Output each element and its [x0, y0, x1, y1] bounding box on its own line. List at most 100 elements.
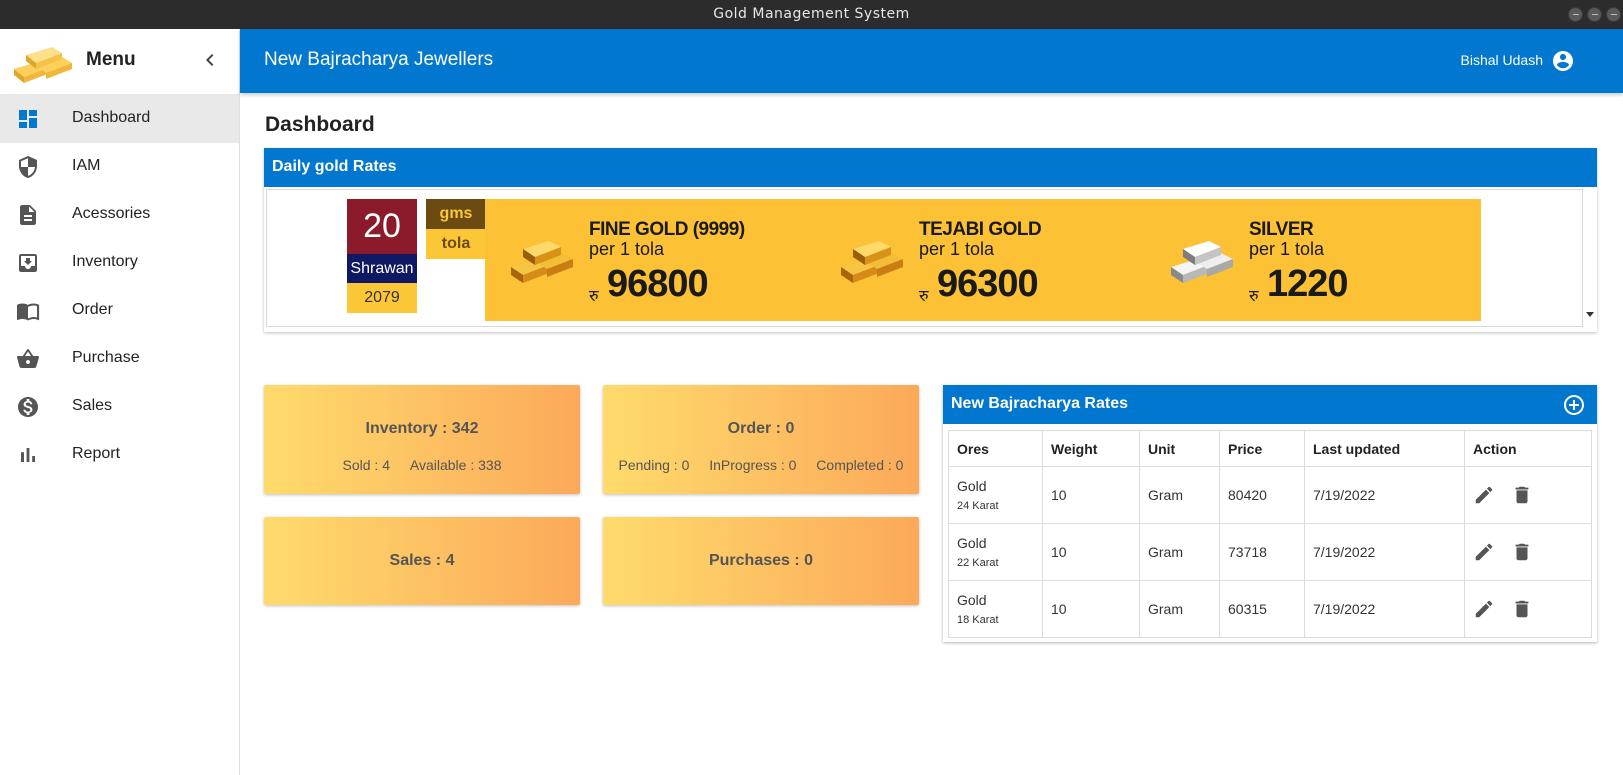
rate-card-tejabi-gold: TEJABI GOLD per 1 tola रु 96300: [815, 199, 1151, 321]
column-header: Ores: [948, 430, 1043, 467]
minimize-button[interactable]: [1568, 7, 1583, 22]
column-header: Action: [1464, 430, 1592, 467]
column-header: Unit: [1139, 430, 1220, 467]
table-row: Gold 18 Karat 10 Gram 60315 7/19/2022: [948, 580, 1592, 638]
order-inprogress: InProgress : 0: [709, 457, 797, 473]
document-icon: [20, 205, 36, 225]
gold-bars-icon: [511, 241, 573, 283]
basket-icon: [17, 349, 39, 368]
rate-name: TEJABI GOLD: [919, 219, 1042, 240]
sidebar-item-label: Purchase: [72, 349, 140, 366]
edit-pencil-icon[interactable]: [1473, 541, 1495, 563]
rates-table-panel: New Bajracharya Rates Ores Weight Unit P…: [943, 385, 1597, 642]
sidebar: Menu Dashboard IAM Acessories Inventory …: [0, 29, 240, 775]
order-breakdown: Pending : 0 InProgress : 0 Completed : 0: [603, 457, 919, 473]
inbox-tray-icon: [19, 254, 37, 272]
updated-cell: 7/19/2022: [1304, 523, 1465, 581]
nepali-date-badge: 20 Shrawan 2079: [347, 199, 417, 313]
sidebar-item-label: Sales: [72, 397, 113, 414]
rate-name: SILVER: [1249, 219, 1314, 240]
unit-toggle: gms tola: [426, 199, 486, 259]
sidebar-item-accessories[interactable]: Acessories: [0, 191, 239, 239]
sales-total: Sales : 4: [389, 552, 455, 569]
sidebar-item-label: Dashboard: [72, 109, 151, 126]
action-cell: [1464, 523, 1592, 581]
rate-unit: per 1 tola: [919, 239, 995, 259]
shield-icon: [19, 156, 37, 178]
unit-cell: Gram: [1139, 523, 1220, 581]
rate-price: 96300: [937, 263, 1039, 305]
delete-trash-icon[interactable]: [1511, 598, 1533, 620]
edit-pencil-icon[interactable]: [1473, 484, 1495, 506]
ore-karat: 24 Karat: [957, 500, 999, 512]
sidebar-item-report[interactable]: Report: [0, 431, 239, 479]
table-row: Gold 24 Karat 10 Gram 80420 7/19/2022: [948, 466, 1592, 524]
ore-name: Gold: [957, 535, 987, 551]
sidebar-item-inventory[interactable]: Inventory: [0, 239, 239, 287]
rate-price: 96800: [607, 263, 709, 305]
window-title: Gold Management System: [713, 6, 910, 22]
dashboard-icon: [19, 110, 37, 128]
maximize-button[interactable]: [1587, 7, 1602, 22]
column-header: Weight: [1042, 430, 1140, 467]
account-circle-icon[interactable]: [1551, 49, 1575, 73]
purchases-stat-card[interactable]: Purchases : 0: [603, 517, 919, 605]
edit-pencil-icon[interactable]: [1473, 598, 1495, 620]
daily-rates-body: 20 Shrawan 2079 gms tola FINE GOLD (9999…: [266, 189, 1583, 327]
sidebar-item-label: Report: [72, 445, 121, 462]
sidebar-item-purchase[interactable]: Purchase: [0, 335, 239, 383]
page-title: Dashboard: [265, 113, 375, 136]
daily-rates-panel: Daily gold Rates 20 Shrawan 2079 gms tol…: [264, 148, 1597, 332]
unit-tola-button[interactable]: tola: [426, 229, 486, 259]
unit-cell: Gram: [1139, 580, 1220, 638]
weight-cell: 10: [1042, 523, 1140, 581]
order-stat-card[interactable]: Order : 0 Pending : 0 InProgress : 0 Com…: [603, 385, 919, 494]
sidebar-item-sales[interactable]: Sales: [0, 383, 239, 431]
rates-table-header: New Bajracharya Rates: [943, 385, 1597, 424]
user-name: Bishal Udash: [1460, 52, 1544, 68]
action-cell: [1464, 466, 1592, 524]
chevron-left-icon[interactable]: [198, 48, 222, 72]
delete-trash-icon[interactable]: [1511, 541, 1533, 563]
currency-symbol: रु: [1249, 288, 1259, 305]
sales-stat-card[interactable]: Sales : 4: [264, 517, 580, 605]
close-window-button[interactable]: [1606, 7, 1621, 22]
unit-gms-button[interactable]: gms: [426, 199, 486, 229]
column-header: Last updated: [1304, 430, 1465, 467]
sidebar-header: Menu: [0, 29, 239, 95]
scroll-down-arrow-icon[interactable]: [1586, 312, 1594, 317]
sidebar-item-order[interactable]: Order: [0, 287, 239, 335]
ore-cell: Gold 18 Karat: [948, 580, 1043, 638]
sidebar-item-iam[interactable]: IAM: [0, 143, 239, 191]
sidebar-item-dashboard[interactable]: Dashboard: [0, 95, 239, 143]
add-circle-icon[interactable]: [1562, 393, 1586, 417]
updated-cell: 7/19/2022: [1304, 466, 1465, 524]
rates-scrollbar[interactable]: [1583, 189, 1595, 327]
rates-table: Ores Weight Unit Price Last updated Acti…: [948, 430, 1592, 638]
gold-bars-logo-icon: [14, 47, 72, 83]
daily-rates-title: Daily gold Rates: [264, 148, 1597, 187]
ore-karat: 22 Karat: [957, 557, 999, 569]
delete-trash-icon[interactable]: [1511, 484, 1533, 506]
inventory-total: Inventory : 342: [365, 420, 479, 437]
silver-bars-icon: [1171, 241, 1233, 283]
action-cell: [1464, 580, 1592, 638]
brand-name: New Bajracharya Jewellers: [264, 49, 494, 70]
price-cell: 80420: [1219, 466, 1305, 524]
rate-price: 1220: [1267, 263, 1349, 305]
sidebar-item-label: Inventory: [72, 253, 138, 270]
inventory-available: Available : 338: [409, 457, 502, 473]
sidebar-item-label: Order: [72, 301, 113, 318]
ore-cell: Gold 22 Karat: [948, 523, 1043, 581]
sidebar-title: Menu: [86, 49, 136, 70]
sidebar-item-label: Acessories: [72, 205, 151, 222]
weight-cell: 10: [1042, 580, 1140, 638]
order-total: Order : 0: [727, 420, 795, 437]
gold-bars-icon: [841, 241, 903, 283]
price-cell: 73718: [1219, 523, 1305, 581]
inventory-breakdown: Sold : 4 Available : 338: [264, 457, 580, 473]
rate-card-fine-gold: FINE GOLD (9999) per 1 tola रु 96800: [485, 199, 821, 321]
inventory-stat-card[interactable]: Inventory : 342 Sold : 4 Available : 338: [264, 385, 580, 494]
updated-cell: 7/19/2022: [1304, 580, 1465, 638]
currency-symbol: रु: [919, 288, 929, 305]
